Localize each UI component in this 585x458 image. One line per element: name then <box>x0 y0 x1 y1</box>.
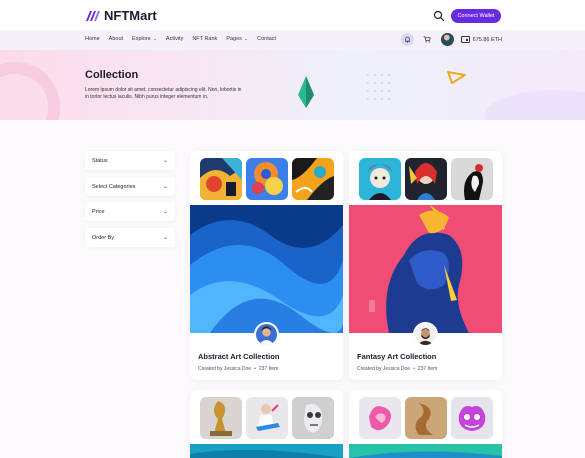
collection-cover-image[interactable] <box>349 205 502 333</box>
brand-logo[interactable]: NFTMart <box>85 8 157 23</box>
nft-thumbnail[interactable] <box>450 397 493 439</box>
filter-label: Status <box>92 157 108 164</box>
notification-button[interactable] <box>400 33 414 46</box>
search-icon[interactable] <box>433 10 445 22</box>
nav-item-pages[interactable]: Pages ⌄ <box>226 36 248 42</box>
wallet-balance[interactable]: 675.86 ETH <box>460 36 502 43</box>
chevron-down-icon: ⌄ <box>162 184 168 190</box>
brand-name: NFTMart <box>104 8 157 23</box>
chevron-down-icon: ⌄ <box>243 36 249 42</box>
nft-thumbnail[interactable] <box>291 397 334 439</box>
thumbnail-row <box>349 158 502 200</box>
nft-thumbnail[interactable] <box>358 397 401 439</box>
thumbnail-row <box>349 397 502 439</box>
page-title: Collection <box>85 69 139 81</box>
nav-item-nft-rank[interactable]: NFT Rank <box>192 36 217 42</box>
collection-title[interactable]: Abstract Art Collection <box>198 352 279 361</box>
creator-avatar[interactable] <box>413 322 438 347</box>
dot-grid-decoration <box>367 74 390 100</box>
crystal-icon <box>298 76 314 108</box>
item-count: 237 Item <box>417 366 438 372</box>
order-by-filter[interactable]: Order By ⌄ <box>85 228 175 247</box>
thumbnail-row <box>190 158 343 200</box>
nft-thumbnail[interactable] <box>450 158 493 200</box>
logo-icon <box>86 10 100 21</box>
creator-name[interactable]: Created by Jessica Doe <box>357 366 410 372</box>
creator-avatar[interactable] <box>254 322 279 347</box>
collection-cover-image[interactable] <box>349 444 502 458</box>
main-nav: Home About Explore ⌄ Activity NFT Rank Pa… <box>85 36 276 42</box>
thumbnail-row <box>190 397 343 439</box>
chevron-down-icon: ⌄ <box>152 36 157 42</box>
price-filter[interactable]: Price ⌄ <box>85 202 175 221</box>
collection-card-fantasy[interactable]: Fantasy Art Collection Created by Jessic… <box>349 151 502 380</box>
connect-wallet-button[interactable]: Connect Wallet <box>451 9 501 23</box>
user-avatar[interactable] <box>440 33 454 46</box>
decorative-arc <box>0 62 60 120</box>
nav-item-home[interactable]: Home <box>85 36 100 42</box>
top-bar: NFTMart Connect Wallet <box>0 0 585 30</box>
status-filter[interactable]: Status ⌄ <box>85 151 175 170</box>
collection-meta: Created by Jessica Doe • 237 Item <box>357 366 437 372</box>
item-count: 237 Item <box>258 366 279 372</box>
collection-title[interactable]: Fantasy Art Collection <box>357 352 436 361</box>
collection-card-3d[interactable] <box>349 390 502 458</box>
nft-thumbnail[interactable] <box>404 158 447 200</box>
filter-label: Select Categories <box>92 183 136 190</box>
chevron-down-icon: ⌄ <box>162 158 168 164</box>
nav-item-explore[interactable]: Explore ⌄ <box>132 36 157 42</box>
creator-name[interactable]: Created by Jessica Doe <box>198 366 251 372</box>
nav-actions: 675.86 ETH <box>400 33 502 46</box>
nav-item-about[interactable]: About <box>109 36 123 42</box>
nft-thumbnail[interactable] <box>199 158 242 200</box>
nft-thumbnail[interactable] <box>358 158 401 200</box>
collection-cover-image[interactable] <box>190 205 343 333</box>
chevron-down-icon: ⌄ <box>162 209 168 215</box>
chevron-down-icon: ⌄ <box>162 235 168 241</box>
collection-card-abstract[interactable]: Abstract Art Collection Created by Jessi… <box>190 151 343 380</box>
page-description: Lorem ipsum dolor sit amet, consectetur … <box>85 87 242 100</box>
collection-meta: Created by Jessica Doe • 237 Item <box>198 366 278 372</box>
nav-item-contact[interactable]: Contact <box>257 36 276 42</box>
nft-thumbnail[interactable] <box>199 397 242 439</box>
meta-separator: • <box>254 366 256 372</box>
cart-icon <box>423 36 431 43</box>
meta-separator: • <box>413 366 415 372</box>
balance-value: 675.86 ETH <box>472 36 502 43</box>
nft-thumbnail[interactable] <box>245 397 288 439</box>
hero-banner: Collection Lorem ipsum dolor sit amet, c… <box>0 50 585 120</box>
filter-label: Price <box>92 208 105 215</box>
nft-thumbnail[interactable] <box>245 158 288 200</box>
nft-thumbnail[interactable] <box>404 397 447 439</box>
collection-cover-image[interactable] <box>190 444 343 458</box>
nft-thumbnail[interactable] <box>291 158 334 200</box>
collection-card-sculpture[interactable] <box>190 390 343 458</box>
wallet-icon <box>460 36 470 43</box>
decorative-blob <box>485 90 585 120</box>
cart-button[interactable] <box>421 33 434 46</box>
triangle-decoration <box>447 71 466 84</box>
category-filter[interactable]: Select Categories ⌄ <box>85 177 175 196</box>
nav-item-activity[interactable]: Activity <box>166 36 183 42</box>
filter-label: Order By <box>92 234 115 241</box>
bell-icon <box>404 36 410 43</box>
nav-bar: Home About Explore ⌄ Activity NFT Rank Pa… <box>0 30 585 50</box>
